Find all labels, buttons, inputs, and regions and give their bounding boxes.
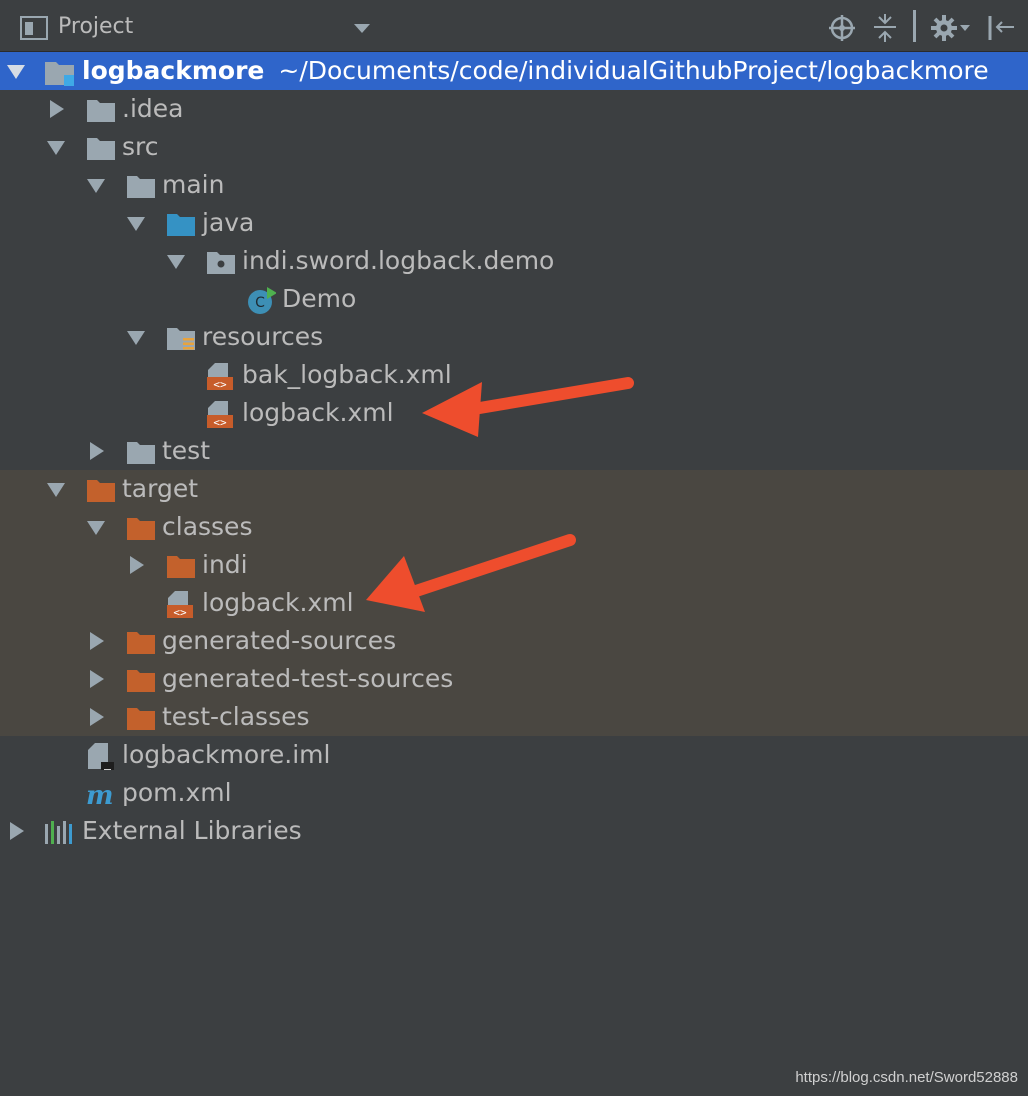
- tree-item-label: bak_logback.xml: [242, 360, 452, 389]
- expanded-arrow-icon[interactable]: [86, 517, 106, 537]
- folder-icon: [127, 442, 155, 464]
- tree-row-idea[interactable]: .idea: [0, 90, 1028, 128]
- tree-item-label: Demo: [282, 284, 357, 313]
- tree-row-bak-logback[interactable]: <> bak_logback.xml: [0, 356, 1028, 394]
- tree-row-pom[interactable]: m pom.xml: [0, 774, 1028, 812]
- tree-row-test[interactable]: test: [0, 432, 1028, 470]
- tree-row-main[interactable]: main: [0, 166, 1028, 204]
- library-icon: [45, 821, 72, 844]
- tree-row-classes[interactable]: classes: [0, 508, 1028, 546]
- folder-icon: [87, 138, 115, 160]
- excluded-folder-icon: [127, 708, 155, 730]
- tree-item-label: pom.xml: [122, 778, 232, 807]
- collapsed-arrow-icon[interactable]: [86, 631, 106, 651]
- tree-row-package[interactable]: indi.sword.logback.demo: [0, 242, 1028, 280]
- package-icon: [207, 252, 235, 274]
- tree-item-label: logback.xml: [242, 398, 394, 427]
- tree-row-resources[interactable]: resources: [0, 318, 1028, 356]
- excluded-folder-icon: [87, 480, 115, 502]
- tree-row-iml[interactable]: logbackmore.iml: [0, 736, 1028, 774]
- expanded-arrow-icon[interactable]: [126, 327, 146, 347]
- tree-item-label: target: [122, 474, 199, 503]
- expanded-arrow-icon[interactable]: [86, 175, 106, 195]
- tree-row-logback-target[interactable]: <> logback.xml: [0, 584, 1028, 622]
- tree-item-label: logbackmore.iml: [122, 740, 331, 769]
- tree-item-label: generated-sources: [162, 626, 397, 655]
- expanded-arrow-icon[interactable]: [166, 251, 186, 271]
- tree-row-generated-sources[interactable]: generated-sources: [0, 622, 1028, 660]
- collapsed-arrow-icon[interactable]: [6, 821, 26, 841]
- collapsed-arrow-icon[interactable]: [86, 707, 106, 727]
- collapsed-arrow-icon[interactable]: [86, 441, 106, 461]
- tree-row-logback-src[interactable]: <> logback.xml: [0, 394, 1028, 432]
- dropdown-arrow-icon[interactable]: [354, 24, 370, 34]
- watermark: https://blog.csdn.net/Sword52888: [795, 1069, 1018, 1086]
- toolbar-title[interactable]: Project: [58, 14, 133, 39]
- svg-text:<>: <>: [213, 378, 227, 390]
- expanded-arrow-icon[interactable]: [46, 479, 66, 499]
- tree-root-label: logbackmore ~/Documents/code/individualGi…: [82, 56, 989, 85]
- xml-file-icon: <>: [207, 363, 233, 390]
- xml-file-icon: <>: [207, 401, 233, 428]
- tree-row-test-classes[interactable]: test-classes: [0, 698, 1028, 736]
- iml-file-icon: [88, 743, 114, 770]
- tree-row-target[interactable]: target: [0, 470, 1028, 508]
- collapsed-arrow-icon[interactable]: [46, 99, 66, 119]
- folder-icon: [127, 176, 155, 198]
- excluded-folder-icon: [167, 556, 195, 578]
- excluded-folder-icon: [127, 670, 155, 692]
- folder-icon: [87, 100, 115, 122]
- tree-row-root[interactable]: logbackmore ~/Documents/code/individualGi…: [0, 52, 1028, 90]
- expanded-arrow-icon[interactable]: [6, 61, 26, 81]
- xml-file-icon: <>: [167, 591, 193, 618]
- tree-item-label: classes: [162, 512, 253, 541]
- tree-row-generated-test-sources[interactable]: generated-test-sources: [0, 660, 1028, 698]
- expanded-arrow-icon[interactable]: [46, 137, 66, 157]
- svg-text:C: C: [255, 295, 265, 311]
- tree-item-label: test-classes: [162, 702, 310, 731]
- tree-item-label: External Libraries: [82, 816, 302, 845]
- tree-row-demo[interactable]: C Demo: [0, 280, 1028, 318]
- maven-icon: m: [86, 781, 114, 808]
- locate-icon[interactable]: [829, 15, 855, 41]
- collapsed-arrow-icon[interactable]: [86, 669, 106, 689]
- project-toolbar: Project: [0, 0, 1028, 52]
- tree-row-indi[interactable]: indi: [0, 546, 1028, 584]
- collapsed-arrow-icon[interactable]: [126, 555, 146, 575]
- tree-row-src[interactable]: src: [0, 128, 1028, 166]
- svg-text:m: m: [86, 781, 114, 808]
- tree-row-java[interactable]: java: [0, 204, 1028, 242]
- java-class-icon: C: [248, 287, 276, 314]
- gear-icon[interactable]: [930, 14, 972, 42]
- project-view-icon[interactable]: [20, 16, 48, 40]
- tree-row-external-libraries[interactable]: External Libraries: [0, 812, 1028, 850]
- source-folder-icon: [167, 214, 195, 236]
- svg-text:<>: <>: [213, 416, 227, 428]
- toolbar-separator: [913, 10, 916, 42]
- tree-item-label: .idea: [122, 94, 184, 123]
- expanded-arrow-icon[interactable]: [126, 213, 146, 233]
- resources-folder-icon: [167, 328, 195, 350]
- collapse-all-icon[interactable]: [872, 14, 898, 42]
- hide-panel-icon[interactable]: [987, 14, 1015, 42]
- module-folder-icon: [45, 62, 74, 86]
- excluded-folder-icon: [127, 632, 155, 654]
- tree-item-label: java: [202, 208, 255, 237]
- excluded-folder-icon: [127, 518, 155, 540]
- svg-text:<>: <>: [173, 606, 187, 618]
- tree-item-label: generated-test-sources: [162, 664, 454, 693]
- tree-item-label: resources: [202, 322, 324, 351]
- tree-item-label: src: [122, 132, 159, 161]
- tree-item-label: logback.xml: [202, 588, 354, 617]
- tree-item-label: main: [162, 170, 225, 199]
- tree-item-label: indi: [202, 550, 248, 579]
- tree-item-label: test: [162, 436, 211, 465]
- tree-item-label: indi.sword.logback.demo: [242, 246, 555, 275]
